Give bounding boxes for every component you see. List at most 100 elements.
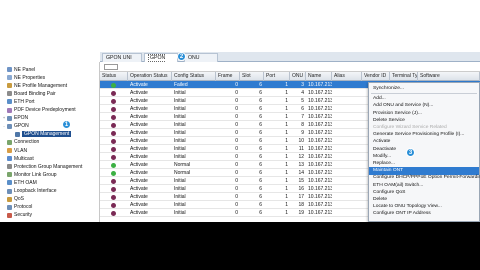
filter-toolbar bbox=[100, 62, 480, 72]
properties-icon bbox=[7, 75, 12, 81]
board-icon bbox=[7, 91, 12, 97]
table-cell: 0 bbox=[235, 170, 238, 176]
table-cell: 1 bbox=[285, 106, 288, 112]
tree-item[interactable]: Security bbox=[2, 212, 32, 219]
table-cell: Activate bbox=[130, 154, 148, 160]
table-cell: Activate bbox=[130, 82, 148, 88]
panel-icon bbox=[7, 67, 12, 72]
tree-item[interactable]: NE Profile Management bbox=[2, 82, 67, 89]
tree-item[interactable]: Connection bbox=[2, 139, 39, 146]
table-cell: Activate bbox=[130, 170, 148, 176]
table-cell: Activate bbox=[130, 130, 148, 136]
monitor-icon bbox=[7, 172, 12, 178]
table-cell: 10.167.213. bbox=[308, 98, 332, 104]
column-header[interactable]: ONU ID bbox=[290, 72, 306, 81]
tree-item[interactable]: VLAN bbox=[2, 147, 27, 154]
table-cell: 1 bbox=[285, 146, 288, 152]
table-cell: 14 bbox=[298, 170, 304, 176]
column-header[interactable]: Port bbox=[264, 72, 290, 81]
security-icon bbox=[7, 212, 12, 218]
column-header[interactable]: Status bbox=[100, 72, 128, 81]
tab-onu-details[interactable]: ONU Details bbox=[184, 53, 218, 70]
expand-toggle-icon bbox=[2, 92, 6, 96]
table-cell: 18 bbox=[298, 202, 304, 208]
column-header[interactable]: Name bbox=[306, 72, 332, 81]
connection-icon bbox=[7, 139, 12, 145]
protection-icon bbox=[7, 164, 12, 170]
table-cell: 10.167.213. bbox=[308, 146, 332, 152]
menu-item[interactable]: Configure ONT IP Address bbox=[369, 210, 479, 218]
expand-toggle-icon bbox=[2, 181, 6, 185]
tab-gpon-uni-port[interactable]: GPON UNI Port bbox=[102, 53, 142, 70]
table-cell: 11 bbox=[298, 146, 304, 152]
tree-item[interactable]: QoS bbox=[2, 196, 24, 203]
tree-item[interactable]: NE Properties bbox=[2, 74, 45, 81]
column-header[interactable]: Operation Status bbox=[128, 72, 172, 81]
expand-toggle-icon bbox=[2, 165, 6, 169]
tree-item[interactable]: GPON Management bbox=[10, 131, 72, 138]
status-dot-icon bbox=[111, 106, 116, 112]
table-cell: 10 bbox=[298, 138, 304, 144]
column-header[interactable]: Frame bbox=[216, 72, 240, 81]
column-header[interactable]: Vendor ID bbox=[362, 72, 390, 81]
tree-item[interactable]: PDF Device Predeployment bbox=[2, 107, 76, 114]
tree-item-label: Multicast bbox=[14, 155, 34, 162]
menu-item[interactable]: Synchronize... bbox=[369, 85, 479, 93]
column-header[interactable]: Software bbox=[418, 72, 480, 81]
expand-toggle-icon bbox=[2, 189, 6, 193]
table-cell: 10.167.213. bbox=[308, 210, 332, 216]
tree-item-label: Monitor Link Group bbox=[14, 171, 57, 178]
tree-item[interactable]: Loopback Interface bbox=[2, 188, 57, 195]
table-cell: Initial bbox=[174, 194, 186, 200]
status-dot-icon bbox=[111, 202, 116, 208]
status-dot-icon bbox=[111, 90, 116, 96]
table-cell: Normal bbox=[174, 170, 191, 176]
column-header[interactable]: Alias bbox=[332, 72, 362, 81]
column-header[interactable]: Terminal Type bbox=[390, 72, 418, 81]
tab-gpon-onu[interactable]: GPON ONU bbox=[144, 53, 178, 71]
table-cell: 10.167.213. bbox=[308, 130, 332, 136]
table-cell: Initial bbox=[174, 210, 186, 216]
table-cell: 10.167.213. bbox=[308, 138, 332, 144]
expand-toggle-icon[interactable]: + bbox=[2, 116, 6, 120]
table-cell: 0 bbox=[235, 194, 238, 200]
table-cell: Initial bbox=[174, 146, 186, 152]
table-cell: 6 bbox=[301, 106, 304, 112]
tree-item[interactable]: Protocol bbox=[2, 204, 32, 211]
table-cell: Initial bbox=[174, 98, 186, 104]
column-header[interactable]: Slot bbox=[240, 72, 264, 81]
expand-toggle-icon[interactable]: - bbox=[2, 124, 6, 128]
vlan-icon bbox=[7, 148, 12, 153]
tree-item[interactable]: Multicast bbox=[2, 155, 34, 162]
table-cell: 6 bbox=[259, 170, 262, 176]
table-cell: Activate bbox=[130, 186, 148, 192]
filter-box[interactable] bbox=[104, 64, 118, 70]
tree-item-label: Protocol bbox=[14, 204, 33, 211]
table-cell: Activate bbox=[130, 122, 148, 128]
tree-item[interactable]: Protection Group Management bbox=[2, 163, 82, 170]
expand-toggle-icon bbox=[2, 84, 6, 88]
table-cell: Activate bbox=[130, 90, 148, 96]
table-cell: 4 bbox=[301, 90, 304, 96]
table-cell: 0 bbox=[235, 130, 238, 136]
tree-item[interactable]: Monitor Link Group bbox=[2, 171, 57, 178]
tree-item[interactable]: ETH Port bbox=[2, 98, 35, 105]
column-header[interactable]: Config Status bbox=[172, 72, 216, 81]
table-cell: 1 bbox=[285, 138, 288, 144]
tree-item[interactable]: ETH OAM bbox=[2, 179, 37, 186]
expand-toggle-icon bbox=[2, 68, 6, 72]
status-dot-icon bbox=[111, 138, 116, 144]
tree-item[interactable]: NE Panel bbox=[2, 66, 35, 73]
status-dot-icon bbox=[111, 170, 116, 176]
table-cell: 6 bbox=[259, 186, 262, 192]
table-cell: Initial bbox=[174, 178, 186, 184]
table-cell: Activate bbox=[130, 194, 148, 200]
tree-item-label: Protection Group Management bbox=[14, 163, 83, 170]
tree-item[interactable]: Board Binding Pair bbox=[2, 90, 56, 97]
tree-item[interactable]: - GPON bbox=[2, 123, 28, 130]
status-dot-icon bbox=[111, 146, 116, 152]
table-cell: 6 bbox=[259, 90, 262, 96]
eth-icon bbox=[7, 99, 12, 105]
screenshot-root: GPON UNI Port GPON ONU ONU Details 2 NE … bbox=[0, 0, 480, 270]
tree-item[interactable]: + EPON bbox=[2, 115, 28, 122]
